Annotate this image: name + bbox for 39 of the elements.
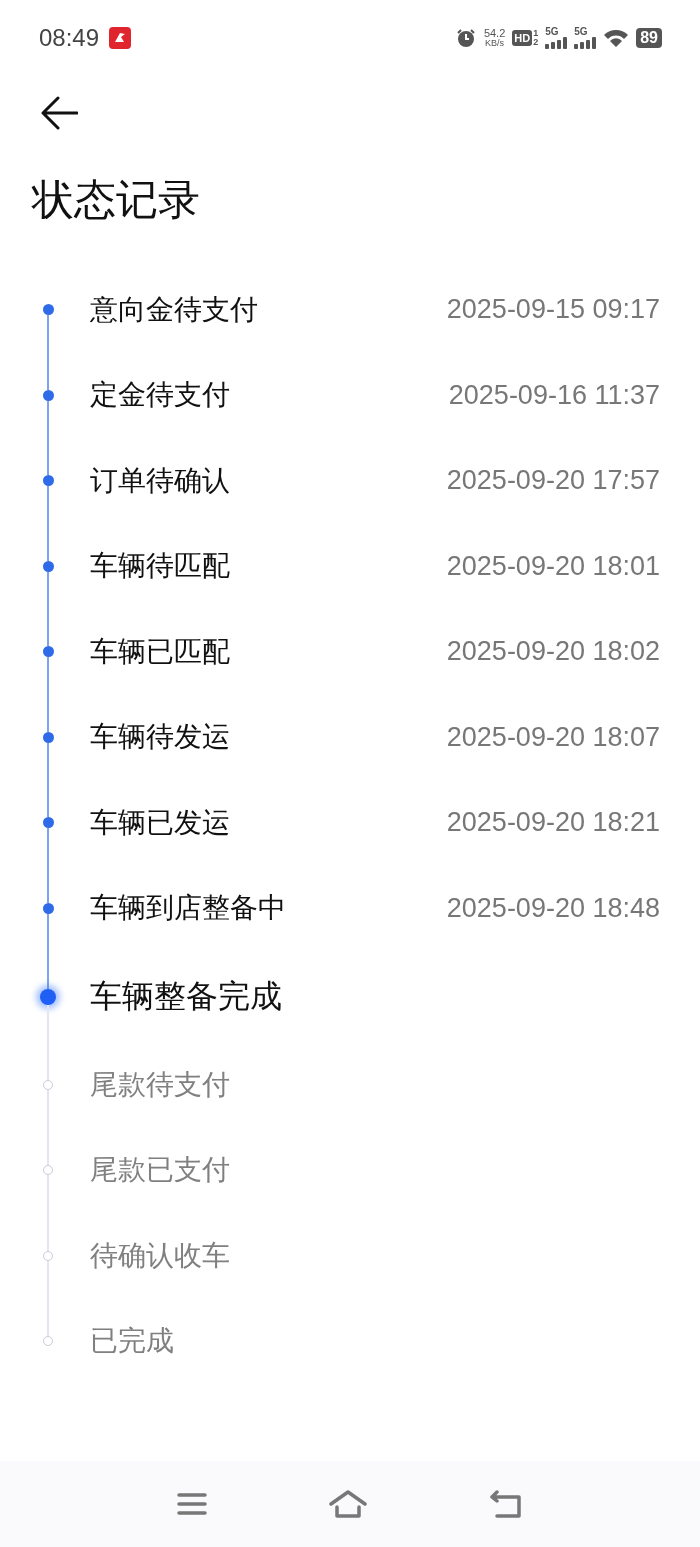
step-label: 定金待支付 — [90, 377, 231, 414]
step-time: 2025-09-20 18:48 — [446, 892, 660, 924]
step-label: 已完成 — [90, 1323, 175, 1360]
speed-unit: KB/s — [485, 39, 505, 48]
step-label: 车辆待匹配 — [90, 548, 231, 585]
step-label: 车辆到店整备中 — [90, 890, 287, 927]
battery-level: 89 — [636, 28, 662, 48]
page-title: 状态记录 — [32, 174, 201, 226]
step-time: 2025-09-20 18:02 — [446, 636, 660, 668]
clock-time: 08:49 — [39, 24, 100, 52]
network-speed: 54.2 — [483, 28, 506, 39]
hd-badge: HD — [512, 30, 533, 46]
step-time: 2025-09-16 11:37 — [448, 379, 660, 411]
app-notification-icon — [109, 27, 132, 49]
sim-number: 1 — [533, 29, 539, 38]
step-label: 尾款待支付 — [90, 1066, 231, 1103]
step-label: 待确认收车 — [90, 1237, 231, 1274]
step-time: 2025-09-20 18:21 — [446, 807, 660, 839]
menu-icon[interactable] — [177, 1492, 207, 1516]
step-label: 车辆已发运 — [90, 804, 231, 841]
step-time: 2025-09-20 18:07 — [446, 721, 660, 753]
home-icon[interactable] — [329, 1489, 367, 1519]
step-label: 车辆待发运 — [90, 719, 231, 756]
signal-icon — [574, 37, 597, 49]
back-arrow-icon[interactable] — [40, 96, 78, 130]
step-label: 车辆已匹配 — [90, 633, 231, 670]
step-label: 订单待确认 — [90, 462, 231, 499]
network-type: 5G — [545, 27, 559, 37]
sim-number: 2 — [533, 38, 539, 47]
step-label: 尾款已支付 — [90, 1152, 231, 1189]
network-type: 5G — [574, 27, 588, 37]
signal-icon — [545, 37, 568, 49]
step-label: 车辆整备完成 — [90, 975, 283, 1017]
step-time: 2025-09-15 09:17 — [446, 294, 660, 326]
step-label: 意向金待支付 — [90, 291, 259, 328]
back-icon[interactable] — [489, 1489, 523, 1519]
step-time: 2025-09-20 18:01 — [446, 550, 660, 582]
wifi-icon — [603, 28, 630, 48]
step-time: 2025-09-20 17:57 — [446, 465, 660, 497]
